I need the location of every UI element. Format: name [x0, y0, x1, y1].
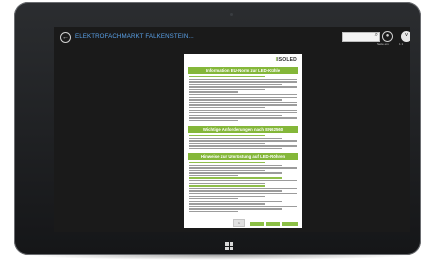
search-icon[interactable]: ⌕ — [375, 32, 378, 39]
screen: ← ELEKTROFACHMARKT FALKENSTEIN... ⌕ ● ˅ … — [54, 27, 410, 232]
section-2-text — [189, 135, 297, 150]
search-input[interactable]: ⌕ — [342, 32, 380, 42]
zoom-icon[interactable]: ● — [382, 31, 393, 42]
page-label: Seite ein — [377, 42, 389, 46]
back-arrow-icon[interactable]: ← — [60, 32, 71, 43]
chevron-down-icon[interactable]: ˅ — [401, 31, 410, 42]
section-3-text — [189, 162, 297, 214]
camera-dot — [230, 13, 233, 16]
app-title: ELEKTROFACHMARKT FALKENSTEIN... — [75, 33, 194, 40]
page-info: 1 1 — [399, 42, 404, 46]
section-heading-3: Hinweise zur Umrüstung auf LED-Röhren — [188, 153, 298, 160]
section-1-text — [189, 76, 297, 122]
section-heading-2: Wichtige Anforderungen nach EN62560 — [188, 126, 298, 133]
pdf-page[interactable]: IISOLED Information EU-Norm zur LED-Kühl… — [184, 54, 302, 228]
page-number[interactable]: 1 — [233, 219, 245, 227]
windows-logo-icon[interactable] — [225, 242, 233, 250]
tablet-device: ← ELEKTROFACHMARKT FALKENSTEIN... ⌕ ● ˅ … — [14, 2, 421, 255]
isoled-logo: IISOLED — [275, 57, 297, 63]
app-bar: ← ELEKTROFACHMARKT FALKENSTEIN... ⌕ ● ˅ … — [54, 27, 410, 47]
section-heading-1: Information EU-Norm zur LED-Kühle — [188, 67, 298, 74]
